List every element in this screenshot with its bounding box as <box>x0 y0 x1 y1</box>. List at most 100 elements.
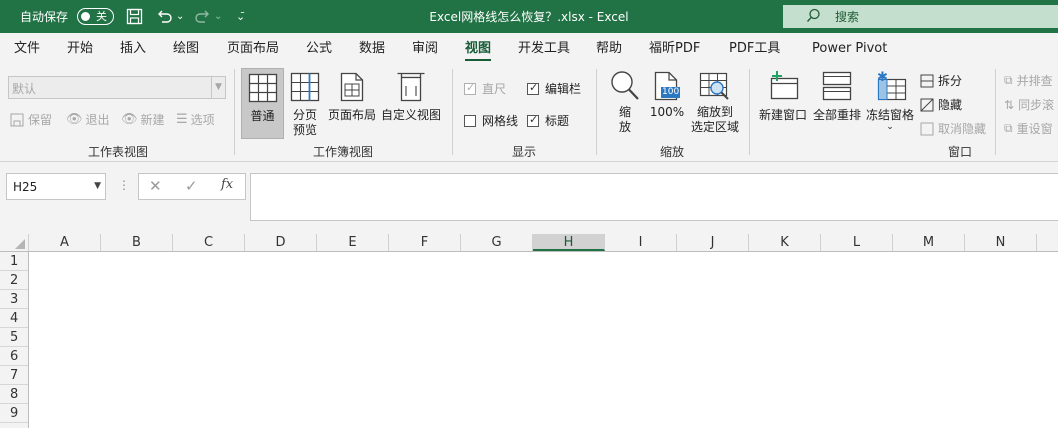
column-header-l[interactable]: L <box>821 234 893 251</box>
zoom-button[interactable]: 缩 放 <box>607 70 643 135</box>
insert-function-icon[interactable]: fx <box>221 177 233 192</box>
search-box[interactable]: 搜索 <box>783 5 1058 28</box>
tab-draw[interactable]: 绘图 <box>173 33 199 65</box>
headings-checkbox[interactable]: 标题 <box>527 112 569 129</box>
keep-view-button[interactable]: 保留 <box>10 111 52 128</box>
tab-view[interactable]: 视图 <box>465 33 492 65</box>
tab-data[interactable]: 数据 <box>359 33 385 65</box>
chevron-down-icon: ▼ <box>94 181 101 191</box>
save-button[interactable] <box>126 0 143 33</box>
column-header-h[interactable]: H <box>533 234 605 251</box>
tab-formulas[interactable]: 公式 <box>306 33 332 65</box>
worksheet-cells[interactable] <box>29 252 1058 428</box>
redo-button[interactable] <box>194 0 211 33</box>
zoom-selection-icon <box>699 72 729 100</box>
arrange-all-button[interactable]: 全部重排 <box>811 70 863 123</box>
row-header-9[interactable]: 9 <box>0 404 28 423</box>
side-by-side-button[interactable]: ⧉ 并排查 <box>1004 72 1053 89</box>
row-header-1[interactable]: 1 <box>0 252 28 271</box>
column-header-n[interactable]: N <box>965 234 1037 251</box>
normal-grid-icon <box>248 73 277 103</box>
reset-position-button[interactable]: ⧉ 重设窗 <box>1004 120 1053 137</box>
normal-view-button[interactable]: 普通 <box>241 68 284 139</box>
zoom-selection-label-2: 选定区域 <box>690 120 739 134</box>
column-header-k[interactable]: K <box>749 234 821 251</box>
ruler-checkbox[interactable]: 直尺 <box>464 80 506 97</box>
save-icon <box>126 8 143 25</box>
tab-home[interactable]: 开始 <box>67 33 93 65</box>
tab-help[interactable]: 帮助 <box>596 33 622 65</box>
hide-button[interactable]: 隐藏 <box>920 96 962 113</box>
tab-power-pivot[interactable]: Power Pivot <box>812 33 887 65</box>
toggle-knob <box>81 12 90 21</box>
reset-position-label: 重设窗 <box>1016 122 1053 136</box>
undo-dropdown-icon[interactable]: ⌄ <box>176 0 184 33</box>
unhide-label: 取消隐藏 <box>938 122 987 136</box>
gridlines-label: 网格线 <box>482 114 519 128</box>
gridlines-checkbox[interactable]: 网格线 <box>464 112 518 129</box>
column-header-e[interactable]: E <box>317 234 389 251</box>
sync-scroll-icon: ⇅ <box>1004 97 1015 112</box>
row-header-6[interactable]: 6 <box>0 347 28 366</box>
unhide-button[interactable]: 取消隐藏 <box>920 120 986 137</box>
formula-input[interactable] <box>250 173 1058 221</box>
freeze-panes-button[interactable]: ✱ 冻结窗格 ⌄ <box>864 70 916 132</box>
zoom-100-button[interactable]: 100 100% <box>648 70 686 120</box>
tab-pdf-tools[interactable]: PDF工具 <box>729 33 780 65</box>
page-layout-view-button[interactable]: 页面布局 <box>327 72 377 123</box>
column-header-g[interactable]: G <box>461 234 533 251</box>
column-header-m[interactable]: M <box>893 234 965 251</box>
arrange-all-label: 全部重排 <box>812 108 861 122</box>
column-header-b[interactable]: B <box>101 234 173 251</box>
split-button[interactable]: 拆分 <box>920 72 962 89</box>
view-options-button[interactable]: ☰ 选项 <box>176 111 215 128</box>
group-separator <box>596 69 597 155</box>
new-view-button[interactable]: 👁 新建 <box>121 111 165 128</box>
custom-views-button[interactable]: 自定义视图 <box>380 72 442 123</box>
group-label-window: 窗口 <box>948 145 973 159</box>
sheet-view-value: 默认 <box>12 82 37 96</box>
name-box[interactable]: H25 ▼ <box>6 173 106 200</box>
tab-insert[interactable]: 插入 <box>120 33 146 65</box>
magnifier-icon <box>611 71 639 100</box>
ruler-label: 直尺 <box>482 82 507 96</box>
page-100-icon: 100 <box>652 70 682 102</box>
new-window-button[interactable]: 新建窗口 <box>757 70 809 123</box>
row-header-3[interactable]: 3 <box>0 290 28 309</box>
column-header-i[interactable]: I <box>605 234 677 251</box>
formula-bar-checkbox[interactable]: 编辑栏 <box>527 80 581 97</box>
column-header-d[interactable]: D <box>245 234 317 251</box>
row-header-4[interactable]: 4 <box>0 309 28 328</box>
unhide-icon <box>920 122 934 135</box>
row-header-5[interactable]: 5 <box>0 328 28 347</box>
autosave-toggle[interactable]: 关 <box>77 8 114 25</box>
cancel-icon[interactable]: ✕ <box>149 177 162 195</box>
zoom-to-selection-button[interactable]: 缩放到 选定区域 <box>689 70 741 135</box>
row-header-2[interactable]: 2 <box>0 271 28 290</box>
enter-icon[interactable]: ✓ <box>185 177 198 195</box>
tab-file[interactable]: 文件 <box>14 33 40 65</box>
row-header-8[interactable]: 8 <box>0 385 28 404</box>
tab-review[interactable]: 审阅 <box>412 33 438 65</box>
column-header-j[interactable]: J <box>677 234 749 251</box>
redo-dropdown-icon[interactable]: ⌄ <box>214 0 222 33</box>
row-header-7[interactable]: 7 <box>0 366 28 385</box>
column-header-a[interactable]: A <box>29 234 101 251</box>
sheet-view-dropdown[interactable]: 默认 ▼ <box>8 76 226 99</box>
select-all-button[interactable] <box>0 234 29 251</box>
sync-scroll-button[interactable]: ⇅ 同步滚 <box>1004 96 1054 113</box>
side-by-side-icon: ⧉ <box>1004 73 1013 87</box>
undo-button[interactable] <box>156 0 173 33</box>
column-header-f[interactable]: F <box>389 234 461 251</box>
page-break-label-2: 预览 <box>292 123 317 137</box>
ribbon: 默认 ▼ 保留 👁 退出 👁 新建 ☰ 选项 工作表视图 普通 分页 预览 页面… <box>0 65 1058 162</box>
exit-label: 退出 <box>85 113 110 127</box>
page-break-icon <box>290 72 320 102</box>
tab-page-layout[interactable]: 页面布局 <box>227 33 279 65</box>
page-break-preview-button[interactable]: 分页 预览 <box>288 72 322 138</box>
column-header-c[interactable]: C <box>173 234 245 251</box>
tab-developer[interactable]: 开发工具 <box>518 33 570 65</box>
exit-view-button[interactable]: 👁 退出 <box>66 111 110 128</box>
customize-toolbar-icon[interactable]: ⌄̄ <box>236 0 245 33</box>
tab-foxit-pdf[interactable]: 福昕PDF <box>649 33 700 65</box>
